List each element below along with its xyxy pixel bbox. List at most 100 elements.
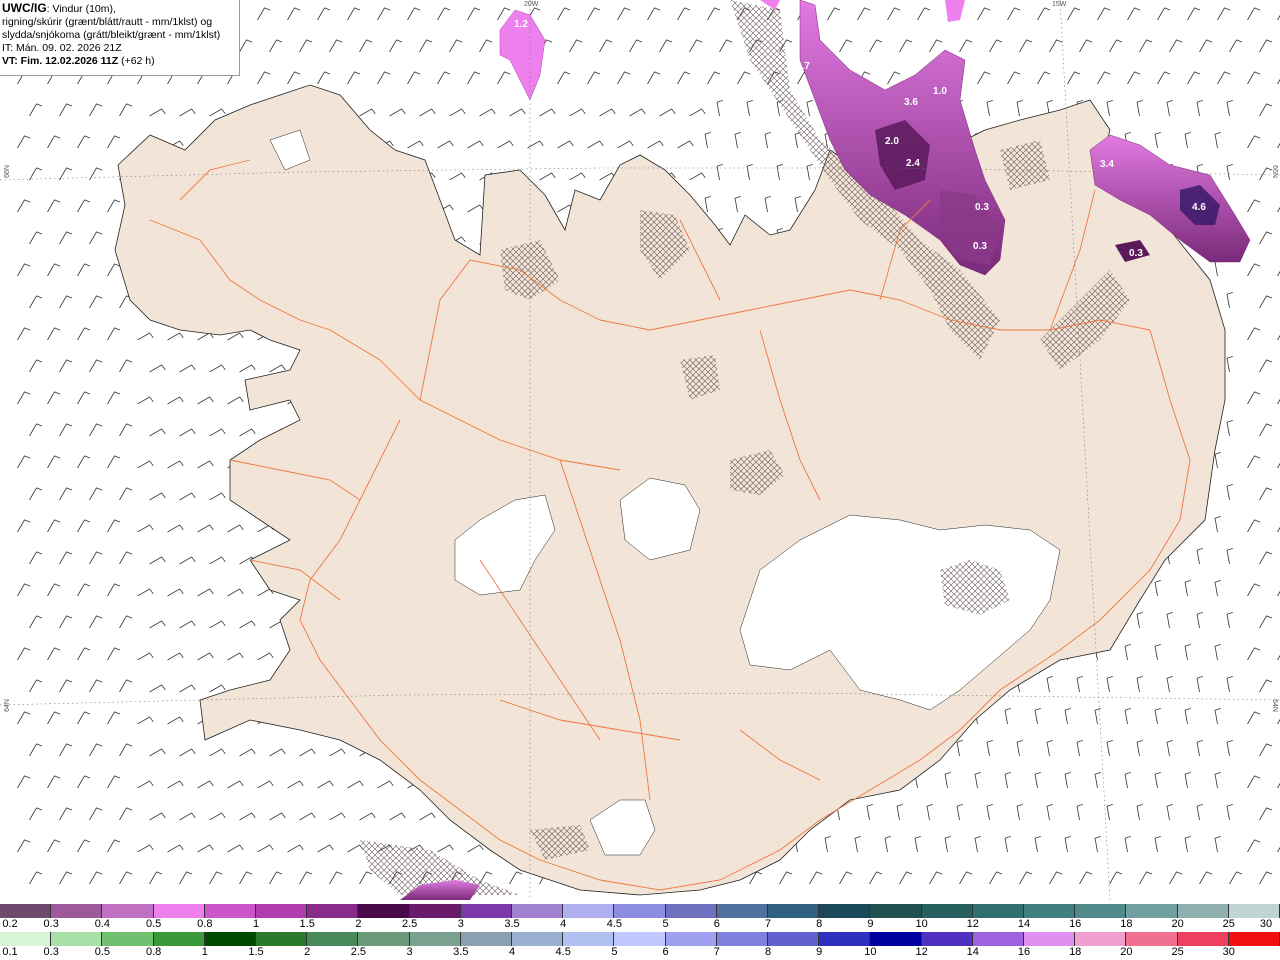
precip-value-label: 4.6 [1192, 202, 1206, 213]
legend-label: 9 [816, 946, 823, 958]
legend-label: 0.5 [145, 918, 162, 930]
valid-time: VT: Fim. 12.02.2026 11Z [2, 55, 119, 67]
legend-label: 16 [1069, 918, 1082, 930]
precip-value-label: 0.3 [973, 241, 987, 252]
color-legend: 0.2 0.3 0.4 0.5 0.8 1 1.5 2 2.5 3 3.5 4 4.5 5 6 7 8 9 10 12… [0, 900, 1280, 960]
legend-swatch [512, 904, 564, 918]
legend-swatch [102, 904, 154, 918]
legend-label: 7 [713, 946, 720, 958]
legend-label: 25 [1222, 918, 1235, 930]
precip-value-label: 2.0 [885, 136, 899, 147]
legend-label: 14 [1017, 918, 1031, 930]
legend-label: 20 [1171, 918, 1184, 930]
legend-label: 8 [764, 946, 772, 958]
legend-label: 10 [864, 946, 877, 958]
model-name: UWC/IG [2, 1, 47, 15]
legend-swatch [614, 932, 666, 946]
legend-label: 30 [1222, 946, 1235, 958]
legend-swatch [1075, 904, 1127, 918]
legend-swatch [614, 904, 666, 918]
precip-value-label: 3.4 [1100, 159, 1114, 170]
map-subtitle-snow: slydda/snjókoma (grátt/bleikt/grænt - mm… [2, 29, 221, 41]
legend-swatch [0, 932, 52, 946]
legend-label: 6 [662, 946, 669, 958]
legend-label: 3 [406, 946, 413, 958]
legend-swatch [153, 904, 205, 918]
legend-swatch [460, 904, 513, 918]
legend-swatch [921, 932, 973, 946]
map-title: : Vindur (10m), [46, 3, 116, 15]
precip-value-label: 0.7 [897, 55, 911, 66]
legend-label: 2 [355, 918, 362, 930]
legend-swatch [716, 904, 769, 918]
legend-swatch [409, 932, 461, 946]
legend-label: 10 [915, 918, 928, 930]
legend-label: 4.5 [555, 946, 571, 958]
precip-value-label: 0.3 [975, 202, 989, 213]
legend-swatch [204, 904, 257, 918]
precip-value-label: 1.2 [514, 19, 528, 30]
grid-label-66n-right: 66N [1270, 165, 1278, 178]
legend-swatch [1024, 904, 1076, 918]
legend-label: 8 [816, 918, 823, 930]
legend-swatch [563, 904, 615, 918]
precip-value-label: 1.0 [933, 86, 947, 97]
forecast-offset: (+62 h) [118, 55, 155, 67]
legend-label: 0.3 [43, 946, 59, 958]
grid-label-20w: 20W [524, 1, 539, 8]
map-info-box: UWC/IG: Vindur (10m), rigning/skúrir (gr… [0, 0, 240, 76]
legend-label: 0.8 [145, 946, 162, 958]
legend-swatch [0, 904, 52, 918]
legend-label: 16 [1017, 946, 1031, 958]
legend-label: 0.2 [2, 918, 18, 930]
legend-label: 0.3 [43, 918, 59, 930]
map-subtitle-rain: rigning/skúrir (grænt/blátt/rautt - mm/1… [2, 16, 213, 28]
legend-swatch [102, 932, 154, 946]
legend-swatch [1126, 904, 1178, 918]
legend-label: 3 [457, 918, 464, 930]
initial-time: IT: Mán. 09. 02. 2026 21Z [2, 42, 122, 54]
precip-value-label: 3.6 [904, 97, 918, 108]
legend-swatch [1024, 932, 1076, 946]
legend-label: 18 [1069, 946, 1082, 958]
legend-swatch [870, 904, 922, 918]
legend-swatch [51, 904, 103, 918]
legend-label: 9 [867, 918, 874, 930]
legend-label: 25 [1171, 946, 1184, 958]
legend-label: 1.5 [299, 918, 315, 930]
legend-swatch [921, 904, 973, 918]
legend-swatch [768, 904, 820, 918]
legend-swatch [716, 932, 769, 946]
legend-label: 14 [966, 946, 979, 958]
legend-swatch [256, 932, 308, 946]
legend-label: 18 [1120, 918, 1133, 930]
legend-label: 5 [611, 946, 618, 958]
legend-label: 1 [252, 918, 260, 930]
legend-swatch [1228, 904, 1280, 918]
legend-label: 0.8 [197, 918, 213, 930]
legend-swatch [51, 932, 103, 946]
legend-swatch [1075, 932, 1127, 946]
legend-swatch [768, 932, 820, 946]
legend-label: 12 [966, 918, 979, 930]
legend-label: 4.5 [606, 918, 623, 930]
legend-swatch [358, 932, 410, 946]
legend-swatch [819, 932, 871, 946]
legend-swatch [1177, 932, 1229, 946]
rain-color-bar [0, 932, 1280, 946]
legend-label: 0.1 [2, 946, 18, 958]
legend-label: 0.5 [94, 946, 111, 958]
legend-swatch [512, 932, 564, 946]
grid-label-64n-left: 64N [3, 699, 11, 712]
legend-label: 4 [560, 918, 567, 930]
legend-swatch [972, 932, 1025, 946]
grid-label-66n-left: 66N [3, 165, 11, 178]
legend-label: 30 [1259, 918, 1273, 930]
snow-color-bar [0, 904, 1280, 918]
legend-label: 2.5 [401, 918, 418, 930]
legend-swatch [1228, 932, 1280, 946]
legend-swatch [256, 904, 308, 918]
legend-label: 2.5 [350, 946, 367, 958]
legend-swatch [563, 932, 615, 946]
legend-label: 6 [713, 918, 720, 930]
